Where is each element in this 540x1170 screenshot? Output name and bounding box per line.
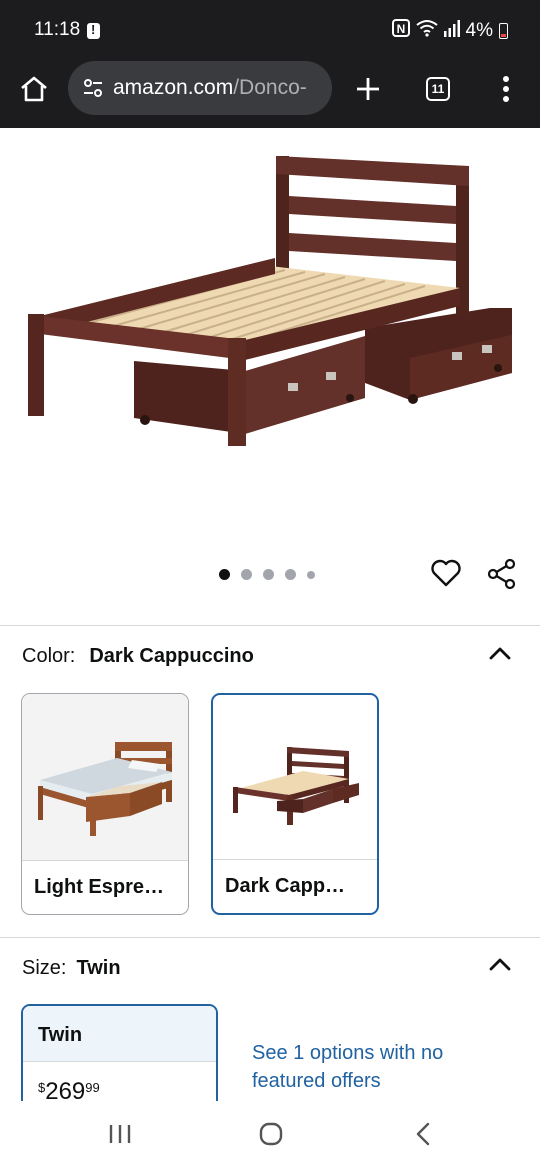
new-tab-button[interactable] — [349, 70, 387, 108]
product-image[interactable] — [0, 128, 540, 623]
color-label: Color: — [22, 645, 76, 667]
price-fraction: 99 — [85, 1080, 100, 1095]
home-icon — [21, 76, 47, 102]
heart-icon — [431, 559, 461, 587]
address-bar[interactable]: amazon.com/Donco- — [68, 61, 332, 115]
size-option-price: $26999 — [23, 1062, 216, 1106]
carousel-dot[interactable] — [285, 569, 296, 580]
url-path: /Donco- — [233, 76, 307, 99]
plus-icon — [357, 78, 379, 100]
size-value: Twin — [76, 957, 121, 979]
clock: 11:18 — [34, 19, 81, 40]
color-option-image — [213, 695, 377, 861]
size-option-twin[interactable]: Twin $26999 — [21, 1004, 218, 1114]
back-icon[interactable] — [412, 1121, 434, 1147]
share-button[interactable] — [486, 558, 518, 595]
color-option-image — [22, 694, 188, 860]
wishlist-button[interactable] — [430, 558, 462, 593]
carousel-dot[interactable] — [219, 569, 230, 580]
image-carousel-dots[interactable] — [219, 569, 315, 580]
color-option-light-espresso[interactable]: Light Espre… — [21, 693, 189, 915]
url-host: amazon.com — [113, 76, 234, 99]
chevron-up-icon[interactable] — [488, 956, 512, 972]
color-selector-header[interactable]: Color: Dark Cappuccino — [22, 645, 254, 668]
recent-apps-icon[interactable] — [108, 1121, 132, 1147]
section-divider — [0, 937, 540, 938]
system-nav-bar — [0, 1101, 540, 1170]
wifi-icon — [415, 19, 438, 43]
battery-percent: 4% — [465, 20, 493, 41]
section-divider — [0, 625, 540, 626]
size-option-name: Twin — [23, 1006, 216, 1062]
home-button[interactable] — [15, 70, 53, 108]
chevron-up-icon[interactable] — [488, 645, 512, 661]
signal-icon — [443, 19, 460, 43]
nfc-icon: N — [391, 19, 410, 43]
share-icon — [487, 558, 516, 590]
carousel-dot[interactable] — [263, 569, 274, 580]
browser-menu-button[interactable] — [487, 70, 525, 108]
size-selector-header[interactable]: Size: Twin — [22, 957, 121, 980]
see-options-link[interactable]: See 1 options with no featured offers — [252, 1039, 462, 1095]
site-settings-icon[interactable] — [82, 77, 104, 105]
svg-text:N: N — [396, 22, 405, 36]
tab-count: 11 — [426, 77, 450, 101]
carousel-dot[interactable] — [307, 570, 315, 579]
carousel-dot[interactable] — [241, 569, 252, 580]
price-symbol: $ — [38, 1080, 46, 1095]
status-icons: N 4% — [391, 19, 508, 43]
battery-icon — [499, 23, 508, 39]
tab-switcher-button[interactable]: 11 — [419, 70, 457, 108]
home-nav-icon[interactable] — [258, 1121, 284, 1147]
color-option-label: Light Espre… — [22, 860, 188, 914]
more-vert-icon — [503, 76, 509, 102]
color-value: Dark Cappuccino — [89, 645, 254, 667]
size-label: Size: — [22, 957, 67, 979]
url-text: amazon.com/Donco- — [113, 76, 321, 100]
color-option-dark-cappuccino[interactable]: Dark Capp… — [211, 693, 379, 915]
color-option-label: Dark Capp… — [213, 859, 377, 913]
alert-icon — [87, 22, 100, 39]
status-bar: 11:18 N 4% — [0, 0, 540, 58]
